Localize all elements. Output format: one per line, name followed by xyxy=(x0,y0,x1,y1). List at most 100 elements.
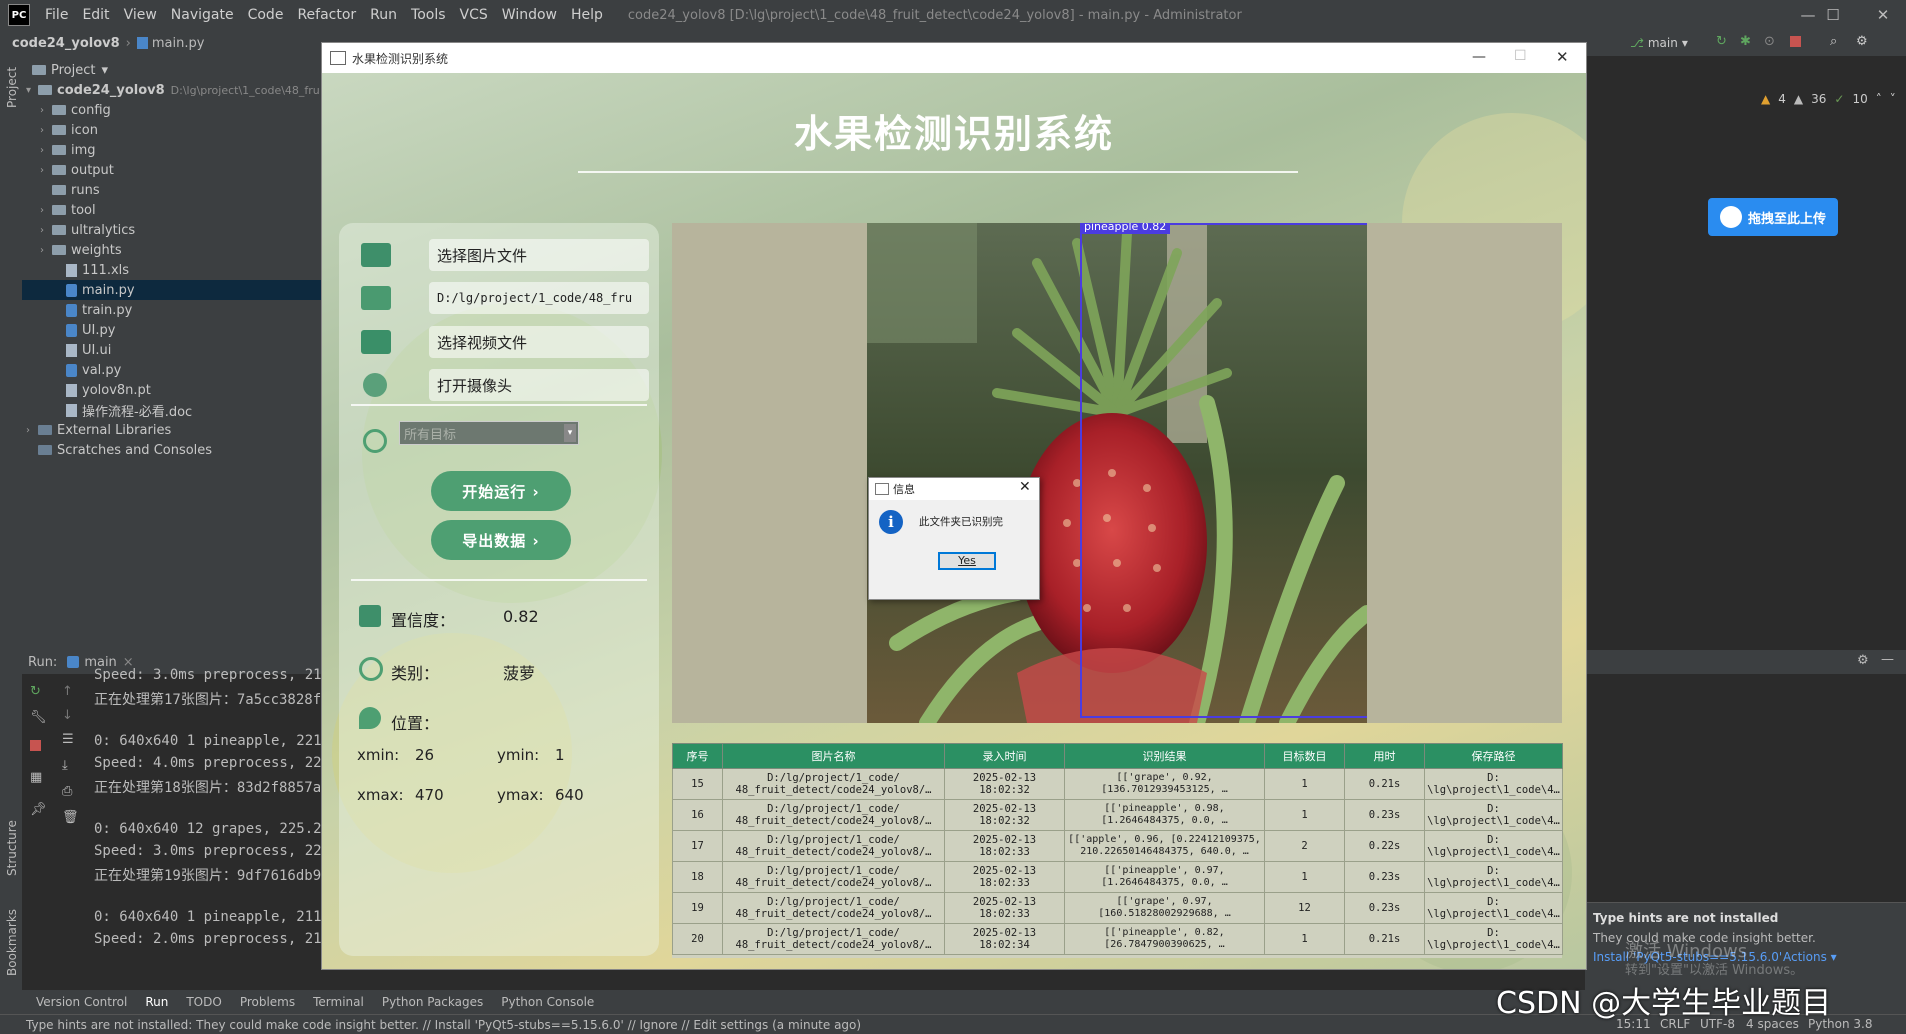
wrench-icon[interactable]: 🔧︎ xyxy=(30,710,47,725)
table-row[interactable]: 16 D:/lg/project/1_code/ 48_fruit_detect/… xyxy=(672,799,1563,831)
rerun-icon[interactable]: ↻ xyxy=(30,684,41,699)
menu-help[interactable]: Help xyxy=(564,7,610,23)
tab-problems[interactable]: Problems xyxy=(240,995,295,1009)
cell-result: [['apple', 0.96, [0.22412109375, 210.226… xyxy=(1064,830,1265,862)
cell-count: 2 xyxy=(1264,830,1345,862)
close-icon[interactable]: ✕ xyxy=(1556,48,1569,66)
maximize-icon[interactable]: ☐ xyxy=(1514,48,1527,64)
breadcrumb-file[interactable]: main.py xyxy=(152,36,205,51)
tree-item-runs[interactable]: runs xyxy=(52,180,100,200)
menu-vcs[interactable]: VCS xyxy=(453,7,495,23)
column-header-image-name[interactable]: 图片名称 xyxy=(722,743,945,769)
layout-icon[interactable]: ▦ xyxy=(30,770,42,785)
upload-button[interactable]: 拖拽至此上传 xyxy=(1708,198,1838,236)
tab-todo[interactable]: TODO xyxy=(186,995,221,1009)
table-row[interactable]: 19 D:/lg/project/1_code/ 48_fruit_detect/… xyxy=(672,892,1563,924)
tree-item-external-libraries[interactable]: › External Libraries xyxy=(26,420,171,440)
table-row[interactable]: 15 D:/lg/project/1_code/ 48_fruit_detect/… xyxy=(672,768,1563,800)
down-arrow-icon[interactable]: ↓ xyxy=(62,708,73,723)
menu-view[interactable]: View xyxy=(117,7,164,23)
open-camera-button[interactable]: 打开摄像头 xyxy=(429,369,649,401)
chevron-up-icon[interactable]: ˄ xyxy=(1876,92,1882,106)
scroll-to-end-icon[interactable]: ⤓ xyxy=(62,758,68,773)
menu-run[interactable]: Run xyxy=(363,7,404,23)
tree-item-icon[interactable]: › icon xyxy=(40,120,98,140)
rerun-icon[interactable]: ↻ xyxy=(1716,34,1727,49)
select-video-button[interactable]: 选择视频文件 xyxy=(429,326,649,358)
tab-python-console[interactable]: Python Console xyxy=(501,995,594,1009)
table-row[interactable]: 20 D:/lg/project/1_code/ 48_fruit_detect/… xyxy=(672,923,1563,955)
table-row[interactable]: 17 D:/lg/project/1_code/ 48_fruit_detect/… xyxy=(672,830,1563,862)
menu-file[interactable]: File xyxy=(38,7,75,23)
start-button[interactable]: 开始运行 › xyxy=(431,471,571,511)
target-select-value: 所有目标 xyxy=(404,427,457,443)
coverage-icon[interactable]: ⊙ xyxy=(1764,34,1775,49)
tree-item-main-py[interactable]: main.py xyxy=(22,280,322,300)
trash-icon[interactable]: 🗑︎ xyxy=(62,810,79,825)
menu-tools[interactable]: Tools xyxy=(404,7,453,23)
gear-icon[interactable]: ⚙ xyxy=(1857,653,1869,668)
target-select[interactable]: 所有目标 ▾ xyxy=(399,421,579,445)
close-icon[interactable]: ✕ xyxy=(1860,0,1906,30)
tree-item-ui-ui[interactable]: UI.ui xyxy=(66,340,111,360)
tab-terminal[interactable]: Terminal xyxy=(313,995,364,1009)
yes-button[interactable]: Yes xyxy=(938,552,996,570)
pin-icon[interactable]: 📌︎ xyxy=(30,802,47,817)
breadcrumb-project[interactable]: code24_yolov8 xyxy=(12,36,120,51)
minimize-icon[interactable]: — xyxy=(1472,49,1486,65)
stop-icon[interactable] xyxy=(1790,36,1801,47)
column-header-duration[interactable]: 用时 xyxy=(1344,743,1425,769)
tree-item-config[interactable]: › config xyxy=(40,100,111,120)
column-header-save-path[interactable]: 保存路径 xyxy=(1424,743,1563,769)
project-panel-header[interactable]: Project ▾ xyxy=(32,60,108,80)
column-header-time[interactable]: 录入时间 xyxy=(944,743,1065,769)
column-header-count[interactable]: 目标数目 xyxy=(1264,743,1345,769)
search-icon[interactable]: ⌕ xyxy=(1830,34,1837,49)
inspection-widget[interactable]: ▲ 4 ▲ 36 ✓ 10 ˄ ˅ xyxy=(1761,92,1896,106)
tree-item-train-py[interactable]: train.py xyxy=(66,300,132,320)
menu-navigate[interactable]: Navigate xyxy=(164,7,241,23)
tree-item-tool[interactable]: › tool xyxy=(40,200,96,220)
tab-version-control[interactable]: Version Control xyxy=(36,995,127,1009)
menu-edit[interactable]: Edit xyxy=(75,7,116,23)
tab-python-packages[interactable]: Python Packages xyxy=(382,995,483,1009)
up-arrow-icon[interactable]: ↑ xyxy=(62,684,73,699)
tree-item-111-xls[interactable]: 111.xls xyxy=(66,260,129,280)
column-header-result[interactable]: 识别结果 xyxy=(1064,743,1265,769)
tree-item-ui-py[interactable]: UI.py xyxy=(66,320,115,340)
menu-refactor[interactable]: Refactor xyxy=(290,7,363,23)
gear-icon[interactable]: ⚙ xyxy=(1856,34,1868,49)
tree-item-ultralytics[interactable]: › ultralytics xyxy=(40,220,135,240)
hide-icon[interactable]: — xyxy=(1881,652,1894,667)
tree-item-doc[interactable]: 操作流程-必看.doc xyxy=(66,400,192,420)
debug-icon[interactable]: ✱ xyxy=(1740,34,1751,49)
select-image-button[interactable]: 选择图片文件 xyxy=(429,239,649,271)
project-tool-tab[interactable]: Project xyxy=(5,67,19,108)
tab-run[interactable]: Run xyxy=(145,995,168,1009)
tree-item-output[interactable]: › output xyxy=(40,160,114,180)
bookmarks-tool-tab[interactable]: Bookmarks xyxy=(5,909,19,976)
close-icon[interactable]: ✕ xyxy=(1019,479,1031,495)
stop-icon[interactable] xyxy=(30,740,41,751)
export-button[interactable]: 导出数据 › xyxy=(431,520,571,560)
print-icon[interactable]: ⎙ xyxy=(62,784,72,799)
tree-item-weights[interactable]: › weights xyxy=(40,240,122,260)
cell-count: 12 xyxy=(1264,892,1345,924)
tree-root[interactable]: ▾ code24_yolov8 D:\lg\project\1_code\48_… xyxy=(26,80,320,100)
image-display: pineapple 0.82 xyxy=(672,223,1562,723)
tree-item-val-py[interactable]: val.py xyxy=(66,360,121,380)
menu-code[interactable]: Code xyxy=(241,7,291,23)
table-row[interactable]: 18 D:/lg/project/1_code/ 48_fruit_detect/… xyxy=(672,861,1563,893)
chevron-down-icon[interactable]: ˅ xyxy=(1890,92,1896,106)
branch-selector[interactable]: ⎇ main ▾ xyxy=(1630,33,1700,53)
tree-item-scratches[interactable]: Scratches and Consoles xyxy=(38,440,212,460)
column-header-index[interactable]: 序号 xyxy=(672,743,723,769)
tree-item-img[interactable]: › img xyxy=(40,140,96,160)
tree-item-yolov8n-pt[interactable]: yolov8n.pt xyxy=(66,380,151,400)
soft-wrap-icon[interactable]: ☰ xyxy=(62,732,74,747)
structure-tool-tab[interactable]: Structure xyxy=(5,820,19,876)
tree-item-label: tool xyxy=(71,202,96,218)
menu-window[interactable]: Window xyxy=(495,7,564,23)
maximize-icon[interactable]: ☐ xyxy=(1810,0,1856,30)
status-message[interactable]: Type hints are not installed: They could… xyxy=(26,1018,861,1032)
